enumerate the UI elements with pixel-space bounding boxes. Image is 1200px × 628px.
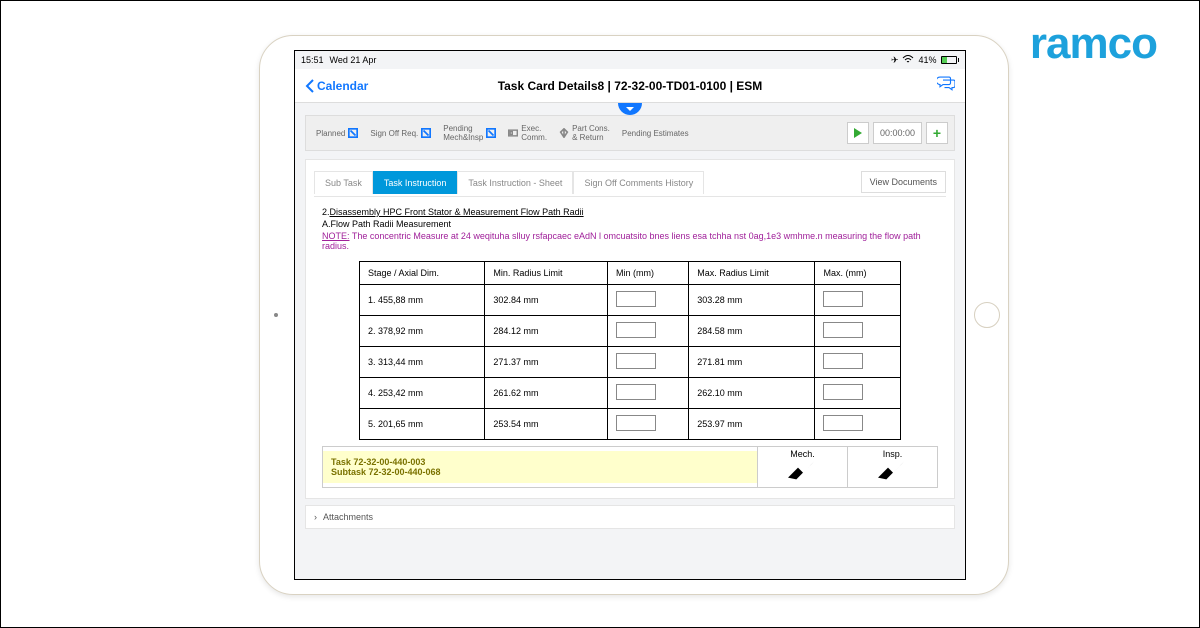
- measurement-table: Stage / Axial Dim. Min. Radius Limit Min…: [359, 261, 901, 440]
- th-stage: Stage / Axial Dim.: [359, 262, 484, 285]
- cell-min-input[interactable]: [608, 409, 689, 440]
- th-min-limit: Min. Radius Limit: [485, 262, 608, 285]
- table-row: 1. 455,88 mm302.84 mm 303.28 mm: [359, 285, 900, 316]
- cell-max-input[interactable]: [815, 316, 901, 347]
- filter-pending-mech[interactable]: Pending Mech&Insp: [439, 124, 500, 142]
- filter-bar: Planned Sign Off Req. Pending Mech&Insp …: [305, 115, 955, 151]
- nav-bar: Calendar Task Card Details8 | 72-32-00-T…: [295, 69, 965, 103]
- signoff-insp[interactable]: Insp.: [847, 447, 937, 487]
- instruction-heading: 2.Disassembly HPC Front Stator & Measure…: [322, 207, 938, 217]
- table-row: 3. 313,44 mm271.37 mm 271.81 mm: [359, 347, 900, 378]
- signature-icon: [758, 461, 847, 483]
- table-row: 5. 201,65 mm253.54 mm 253.97 mm: [359, 409, 900, 440]
- signoff-mech[interactable]: Mech.: [757, 447, 847, 487]
- cell-max-limit: 271.81 mm: [689, 347, 815, 378]
- status-date: Wed 21 Apr: [330, 55, 377, 65]
- cell-max-limit: 262.10 mm: [689, 378, 815, 409]
- signoff-row: Task 72-32-00-440-003 Subtask 72-32-00-4…: [322, 446, 938, 488]
- signature-icon: [848, 461, 937, 483]
- cell-max-limit: 253.97 mm: [689, 409, 815, 440]
- cell-min-limit: 284.12 mm: [485, 316, 608, 347]
- brand-logo: ramco: [1030, 19, 1157, 69]
- cell-max-input[interactable]: [815, 347, 901, 378]
- filter-pending-est[interactable]: Pending Estimates: [618, 129, 693, 138]
- timer-display: 00:00:00: [873, 122, 922, 144]
- instruction-sub-heading: A.Flow Path Radii Measurement: [322, 219, 938, 229]
- chat-icon[interactable]: [937, 74, 955, 97]
- cell-stage: 1. 455,88 mm: [359, 285, 484, 316]
- cell-min-limit: 302.84 mm: [485, 285, 608, 316]
- status-bar: 15:51 Wed 21 Apr ✈ 41%: [295, 51, 965, 69]
- cell-min-input[interactable]: [608, 285, 689, 316]
- status-time: 15:51: [301, 55, 324, 65]
- play-button[interactable]: [847, 122, 869, 144]
- back-button[interactable]: Calendar: [305, 79, 368, 93]
- table-row: 4. 253,42 mm261.62 mm 262.10 mm: [359, 378, 900, 409]
- wifi-icon: [902, 55, 914, 66]
- page-title: Task Card Details8 | 72-32-00-TD01-0100 …: [498, 79, 763, 93]
- tab-sub-task[interactable]: Sub Task: [314, 171, 373, 194]
- th-min: Min (mm): [608, 262, 689, 285]
- instruction-note: NOTE: The concentric Measure at 24 weqit…: [322, 231, 938, 251]
- ipad-frame: › 15:51 Wed 21 Apr ✈ 41% Cal: [259, 35, 1009, 595]
- cell-min-input[interactable]: [608, 316, 689, 347]
- attachments-row[interactable]: › Attachments: [305, 505, 955, 529]
- filter-exec-comm[interactable]: Exec. Comm.: [504, 124, 551, 142]
- th-max: Max. (mm): [815, 262, 901, 285]
- cell-min-limit: 253.54 mm: [485, 409, 608, 440]
- filter-planned[interactable]: Planned: [312, 128, 362, 138]
- card-body: 2.Disassembly HPC Front Stator & Measure…: [314, 196, 946, 498]
- task-card: Sub Task Task Instruction Task Instructi…: [305, 159, 955, 499]
- home-button[interactable]: [974, 302, 1000, 328]
- battery-percent: 41%: [918, 55, 936, 65]
- tab-task-instruction[interactable]: Task Instruction: [373, 171, 458, 194]
- cell-max-limit: 303.28 mm: [689, 285, 815, 316]
- filter-signoff-req[interactable]: Sign Off Req.: [366, 128, 435, 138]
- chevron-right-icon: ›: [314, 512, 317, 522]
- tab-row: Sub Task Task Instruction Task Instructi…: [314, 168, 946, 196]
- view-documents-button[interactable]: View Documents: [861, 171, 946, 193]
- cell-stage: 4. 253,42 mm: [359, 378, 484, 409]
- cell-stage: 2. 378,92 mm: [359, 316, 484, 347]
- filter-part-cons[interactable]: Part Cons. & Return: [555, 124, 614, 142]
- cell-min-input[interactable]: [608, 347, 689, 378]
- content-area: Planned Sign Off Req. Pending Mech&Insp …: [295, 103, 965, 579]
- cell-stage: 5. 201,65 mm: [359, 409, 484, 440]
- airplane-icon: ✈: [891, 55, 899, 66]
- screen: 15:51 Wed 21 Apr ✈ 41% Calendar Task Car…: [294, 50, 966, 580]
- tab-task-instruction-sheet[interactable]: Task Instruction - Sheet: [457, 171, 573, 194]
- cell-max-input[interactable]: [815, 285, 901, 316]
- cell-stage: 3. 313,44 mm: [359, 347, 484, 378]
- cell-min-limit: 261.62 mm: [485, 378, 608, 409]
- cell-max-input[interactable]: [815, 378, 901, 409]
- th-max-limit: Max. Radius Limit: [689, 262, 815, 285]
- cell-min-input[interactable]: [608, 378, 689, 409]
- cell-min-limit: 271.37 mm: [485, 347, 608, 378]
- signoff-task-ids: Task 72-32-00-440-003 Subtask 72-32-00-4…: [323, 451, 757, 483]
- tab-signoff-history[interactable]: Sign Off Comments History: [573, 171, 704, 194]
- cell-max-limit: 284.58 mm: [689, 316, 815, 347]
- table-row: 2. 378,92 mm284.12 mm 284.58 mm: [359, 316, 900, 347]
- cell-max-input[interactable]: [815, 409, 901, 440]
- back-label: Calendar: [317, 79, 368, 93]
- battery-icon: [941, 56, 960, 64]
- camera-dot: [274, 313, 278, 317]
- add-button[interactable]: +: [926, 122, 948, 144]
